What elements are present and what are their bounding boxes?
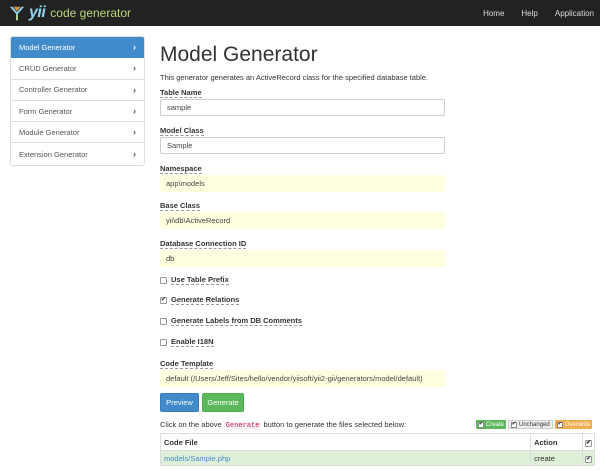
chevron-right-icon: › xyxy=(133,106,136,117)
use-table-prefix-label: Use Table Prefix xyxy=(171,275,229,285)
enable-i18n-checkbox[interactable] xyxy=(160,338,167,346)
chevron-right-icon: › xyxy=(133,42,136,53)
legend-overwrite-label: Overwrite xyxy=(564,421,591,428)
brand-logo-text: yii xyxy=(29,4,46,21)
enable-i18n-checkbox-row[interactable]: Enable I18N xyxy=(160,337,214,347)
db-connection-input[interactable]: db xyxy=(160,250,445,267)
use-table-prefix-checkbox-row[interactable]: Use Table Prefix xyxy=(160,275,229,285)
chevron-right-icon: › xyxy=(133,84,136,95)
generator-sidebar: Model Generator › CRUD Generator › Contr… xyxy=(10,36,145,166)
namespace-value: app\models xyxy=(166,179,205,188)
sidebar-item-label: Controller Generator xyxy=(19,85,88,95)
sidebar-item-crud-generator[interactable]: CRUD Generator › xyxy=(11,58,144,80)
code-file-cell: models/Sample.php xyxy=(159,450,532,466)
nav-links: Home Help Application xyxy=(483,0,594,26)
model-class-value: Sample xyxy=(167,141,193,150)
generate-labels-checkbox[interactable] xyxy=(160,317,167,325)
chevron-right-icon: › xyxy=(133,63,136,74)
code-file-link[interactable]: models/Sample.php xyxy=(164,454,230,463)
generate-relations-checkbox-row[interactable]: ✔ Generate Relations xyxy=(160,295,240,305)
generate-labels-label: Generate Labels from DB Comments xyxy=(171,316,302,326)
instructions-after: button to generate the files selected be… xyxy=(263,420,407,429)
action-header: Action xyxy=(530,433,583,451)
nav-application-link[interactable]: Application xyxy=(555,9,594,18)
model-class-input[interactable]: Sample xyxy=(160,137,445,154)
instructions-code: Generate xyxy=(223,422,262,430)
yii-logo-icon xyxy=(9,6,25,21)
file-status-legend: ✔ Create ✔ Unchanged ✔ Overwrite xyxy=(476,420,593,429)
legend-create[interactable]: ✔ Create xyxy=(476,420,507,429)
sidebar-item-label: Extension Generator xyxy=(19,149,88,159)
select-all-header: ✔ xyxy=(581,433,596,451)
legend-overwrite[interactable]: ✔ Overwrite xyxy=(554,420,593,429)
legend-unchanged[interactable]: ✔ Unchanged xyxy=(508,420,553,429)
sidebar-item-model-generator[interactable]: Model Generator › xyxy=(11,37,144,59)
base-class-value: yii\db\ActiveRecord xyxy=(166,216,231,225)
sidebar-item-label: Model Generator xyxy=(19,42,76,52)
code-files-table: Code File Action ✔ models/Sample.php cre… xyxy=(159,433,596,466)
sidebar-item-form-generator[interactable]: Form Generator › xyxy=(11,100,144,123)
table-name-label: Table Name xyxy=(160,88,202,98)
instructions-before: Click on the above xyxy=(160,420,222,429)
base-class-input[interactable]: yii\db\ActiveRecord xyxy=(160,212,445,229)
sidebar-item-controller-generator[interactable]: Controller Generator › xyxy=(11,79,144,101)
nav-home-link[interactable]: Home xyxy=(483,9,504,18)
legend-unchanged-label: Unchanged xyxy=(519,421,550,428)
db-connection-label: Database Connection ID xyxy=(160,239,247,249)
generate-button[interactable]: Generate xyxy=(202,393,244,412)
namespace-label: Namespace xyxy=(160,164,202,174)
action-cell: create xyxy=(530,450,583,466)
page-title: Model Generator xyxy=(160,43,318,66)
db-connection-value: db xyxy=(166,254,175,263)
legend-unchanged-checkbox[interactable]: ✔ xyxy=(511,421,518,428)
table-name-input[interactable]: sample xyxy=(160,99,445,116)
row-select-checkbox[interactable]: ✔ xyxy=(584,455,592,463)
table-row: models/Sample.php create ✔ xyxy=(159,450,596,466)
preview-button[interactable]: Preview xyxy=(160,393,199,412)
sidebar-item-extension-generator[interactable]: Extension Generator › xyxy=(11,143,144,165)
namespace-input[interactable]: app\models xyxy=(160,175,445,192)
row-select-cell: ✔ xyxy=(581,450,596,466)
sidebar-item-label: Form Generator xyxy=(19,106,73,116)
table-name-value: sample xyxy=(167,103,192,112)
generate-labels-checkbox-row[interactable]: Generate Labels from DB Comments xyxy=(160,316,302,326)
code-file-header: Code File xyxy=(159,433,532,451)
select-all-checkbox[interactable]: ✔ xyxy=(584,439,592,447)
instructions-text: Click on the above Generate button to ge… xyxy=(160,420,406,430)
nav-help-link[interactable]: Help xyxy=(521,9,537,18)
brand[interactable]: yii code generator xyxy=(8,4,131,22)
chevron-right-icon: › xyxy=(133,127,136,138)
base-class-label: Base Class xyxy=(160,201,201,211)
sidebar-item-label: CRUD Generator xyxy=(19,63,77,73)
page-description: This generator generates an ActiveRecord… xyxy=(160,73,429,82)
use-table-prefix-checkbox[interactable] xyxy=(160,276,167,284)
legend-overwrite-checkbox[interactable]: ✔ xyxy=(556,421,563,428)
sidebar-item-label: Module Generator xyxy=(19,127,80,137)
table-header-row: Code File Action ✔ xyxy=(159,433,596,451)
code-template-value: default (/Users/Jeff/Sites/hello/vendor/… xyxy=(166,374,423,383)
sidebar-item-module-generator[interactable]: Module Generator › xyxy=(11,122,144,144)
main-content: Model Generator This generator generates… xyxy=(159,36,600,470)
generate-relations-checkbox[interactable]: ✔ xyxy=(160,296,167,304)
brand-subtitle: code generator xyxy=(50,6,132,20)
code-template-select[interactable]: default (/Users/Jeff/Sites/hello/vendor/… xyxy=(160,370,445,387)
legend-create-checkbox[interactable]: ✔ xyxy=(478,421,484,428)
code-template-label: Code Template xyxy=(160,359,214,369)
enable-i18n-label: Enable I18N xyxy=(171,337,214,347)
chevron-right-icon: › xyxy=(133,149,136,160)
generate-relations-label: Generate Relations xyxy=(171,295,240,305)
legend-create-label: Create xyxy=(486,421,505,428)
top-navbar: yii code generator Home Help Application xyxy=(0,0,600,26)
model-class-label: Model Class xyxy=(160,126,204,136)
